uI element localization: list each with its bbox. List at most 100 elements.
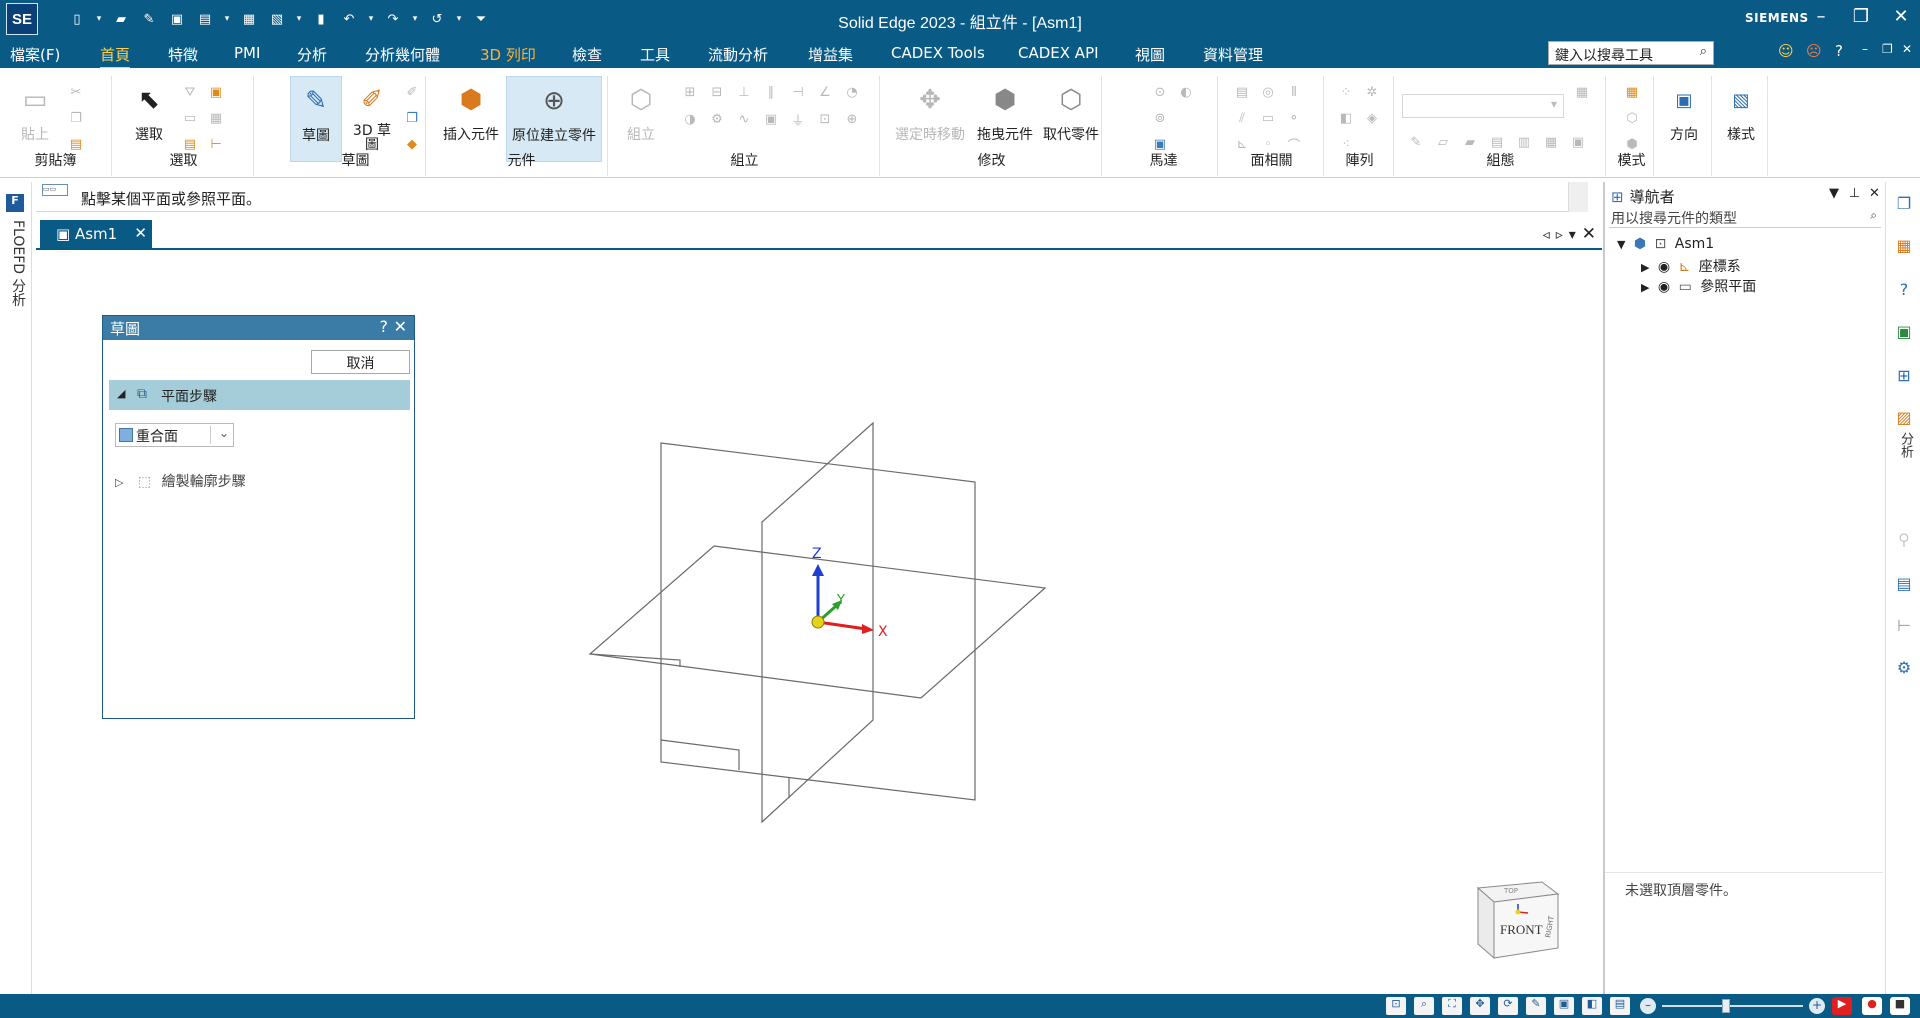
youtube-icon[interactable]: ▶ bbox=[1832, 997, 1852, 1015]
navigator-search-input[interactable]: 用以搜尋元件的類型 ⌕ bbox=[1609, 206, 1881, 228]
ground-icon[interactable]: ⏚ bbox=[788, 109, 808, 129]
help-icon[interactable]: ? bbox=[1835, 42, 1843, 60]
family-tab-icon[interactable]: ⊞ bbox=[1893, 366, 1915, 388]
menu-pmi[interactable]: PMI bbox=[234, 44, 260, 62]
menu-addins[interactable]: 增益集 bbox=[808, 44, 853, 65]
sketch-edit-icon[interactable]: ✐ bbox=[402, 82, 422, 102]
analysis-tab-label[interactable]: 分析 bbox=[1896, 432, 1915, 458]
menu-flow-analysis[interactable]: 流動分析 bbox=[708, 44, 768, 65]
tree-item-reference-planes[interactable]: ▶ ◉ ▭ 參照平面 bbox=[1617, 276, 1760, 296]
floefd-analysis-tab[interactable]: FLOEFD 分析 bbox=[8, 220, 28, 307]
pattern-circular-icon[interactable]: ✲ bbox=[1362, 82, 1382, 102]
tangent-icon[interactable]: ◔ bbox=[842, 82, 862, 102]
tree-item-coordinate-system[interactable]: ▶ ◉ ⊾ 座標系 bbox=[1617, 256, 1760, 276]
search-file-icon[interactable]: ✎ bbox=[138, 8, 160, 30]
close-icon[interactable]: ✕ bbox=[394, 317, 407, 336]
style-button[interactable]: ▧ 樣式 bbox=[1714, 76, 1768, 144]
parallel-icon[interactable]: ∥ bbox=[761, 82, 781, 102]
shaded-view-icon[interactable]: ▣ bbox=[1554, 997, 1574, 1015]
named-views-icon[interactable]: ▤ bbox=[1610, 997, 1630, 1015]
eye-icon[interactable]: ◉ bbox=[1658, 259, 1670, 275]
grid-select-icon[interactable]: ▦ bbox=[206, 108, 226, 128]
eye-icon[interactable]: ◉ bbox=[1658, 279, 1670, 295]
face-rotate-icon[interactable]: ◎ bbox=[1258, 82, 1278, 102]
menu-features[interactable]: 特徵 bbox=[168, 44, 198, 65]
menu-cadex-tools[interactable]: CADEX Tools bbox=[891, 44, 985, 62]
insert-component-button[interactable]: ⬢ 插入元件 bbox=[440, 76, 502, 144]
config-icon-3[interactable]: ▰ bbox=[1460, 132, 1480, 152]
clipboard-icon[interactable]: ▮ bbox=[310, 8, 332, 30]
paste-button[interactable]: ▭ 貼上 bbox=[10, 76, 60, 144]
configuration-combo[interactable] bbox=[1402, 94, 1564, 118]
sensors-tab-icon[interactable]: ▣ bbox=[1893, 322, 1915, 344]
save-all-icon[interactable]: ▤ bbox=[194, 8, 216, 30]
ribbon-restore-icon[interactable]: ❐ bbox=[1882, 42, 1893, 56]
save-icon[interactable]: ▣ bbox=[166, 8, 188, 30]
frown-icon[interactable]: ☹ bbox=[1806, 42, 1822, 60]
mode-grid-icon[interactable]: ▦ bbox=[1622, 82, 1642, 102]
tab-next-icon[interactable]: ▹ bbox=[1556, 227, 1569, 243]
config-icon-4[interactable]: ▤ bbox=[1487, 132, 1507, 152]
tab-prev-icon[interactable]: ◃ bbox=[1543, 227, 1556, 243]
collapse-triangle-icon[interactable]: ◢ bbox=[117, 387, 125, 400]
tree-item-asm1[interactable]: ▼ ⬢ ⊡ Asm1 bbox=[1617, 236, 1760, 256]
sketch-view-icon[interactable]: ✎ bbox=[1526, 997, 1546, 1015]
smile-icon[interactable]: ☺ bbox=[1778, 42, 1794, 60]
rigid-icon[interactable]: ▣ bbox=[761, 109, 781, 129]
prompt-scrollbar[interactable] bbox=[1568, 182, 1588, 212]
planar-align-icon[interactable]: ⊟ bbox=[707, 82, 727, 102]
chevron-down-icon[interactable]: ▾ bbox=[366, 8, 376, 30]
sketch-3d-button[interactable]: ✐ 3D 草圖 bbox=[346, 76, 398, 152]
gear-icon[interactable]: ⚙ bbox=[707, 109, 727, 129]
fit-icon[interactable]: ⛶ bbox=[1442, 997, 1462, 1015]
view-cube[interactable]: TOP FRONT RIGHT bbox=[1470, 870, 1570, 970]
expand-triangle-icon[interactable]: ▶ bbox=[1641, 281, 1649, 294]
menu-analysis-geometry[interactable]: 分析幾何體 bbox=[365, 44, 440, 65]
structure-tab-icon[interactable]: ⊢ bbox=[1893, 616, 1915, 638]
new-icon[interactable]: ▯ bbox=[66, 8, 88, 30]
menu-analysis[interactable]: 分析 bbox=[297, 44, 327, 65]
face-symmetric-icon[interactable]: ⚬ bbox=[1284, 108, 1304, 128]
pane-options-icon[interactable]: ▼ bbox=[1829, 186, 1839, 201]
zoom-area-icon[interactable]: ⊡ bbox=[1386, 997, 1406, 1015]
mate-icon[interactable]: ⊞ bbox=[680, 82, 700, 102]
zoom-track[interactable] bbox=[1662, 1005, 1803, 1007]
config-icon-7[interactable]: ▣ bbox=[1568, 132, 1588, 152]
print-icon[interactable]: ▦ bbox=[238, 8, 260, 30]
rotate-icon[interactable]: ⟳ bbox=[1498, 997, 1518, 1015]
path-icon[interactable]: ∿ bbox=[734, 109, 754, 129]
library-tab-icon[interactable]: ▦ bbox=[1893, 236, 1915, 258]
chevron-down-icon[interactable]: ▾ bbox=[454, 8, 464, 30]
sketch-dialog-titlebar[interactable]: 草圖 ? ✕ bbox=[103, 316, 414, 340]
zoom-in-icon[interactable]: + bbox=[1809, 998, 1825, 1014]
face-offset-icon[interactable]: ⫴ bbox=[1284, 82, 1304, 102]
motor-icon[interactable]: ⊙ bbox=[1150, 82, 1170, 102]
face-align-icon[interactable]: ▭ bbox=[1258, 108, 1278, 128]
menu-data-management[interactable]: 資料管理 bbox=[1203, 44, 1263, 65]
pattern-mirror-icon[interactable]: ◧ bbox=[1336, 108, 1356, 128]
zoom-thumb[interactable] bbox=[1722, 999, 1730, 1013]
angle-icon[interactable]: ∠ bbox=[815, 82, 835, 102]
zoom-slider[interactable]: – + bbox=[1640, 998, 1825, 1014]
pathfinder-tab-icon[interactable]: ❐ bbox=[1893, 194, 1915, 216]
open-icon[interactable]: ▰ bbox=[110, 8, 132, 30]
config-icon-1[interactable]: ✎ bbox=[1406, 132, 1426, 152]
select-move-button[interactable]: ✥ 選定時移動 bbox=[890, 76, 970, 144]
configuration-settings-icon[interactable]: ▦ bbox=[1572, 82, 1592, 102]
layers-tab-icon[interactable]: ▤ bbox=[1893, 574, 1915, 596]
drag-component-button[interactable]: ⬢ 拖曳元件 bbox=[972, 76, 1038, 144]
cut-icon[interactable]: ✂ bbox=[66, 82, 86, 102]
record-icon[interactable]: ● bbox=[1862, 997, 1882, 1015]
plane-option-dropdown[interactable]: 重合面 ⌄ bbox=[115, 423, 234, 447]
zoom-icon[interactable]: ⌕ bbox=[1414, 997, 1434, 1015]
relationships-tab-icon[interactable]: ⚲ bbox=[1893, 530, 1915, 552]
close-icon[interactable]: ✕ bbox=[1886, 6, 1916, 27]
assemble-button[interactable]: ⬡ 組立 bbox=[616, 76, 666, 144]
pattern-copy-icon[interactable]: ◈ bbox=[1362, 108, 1382, 128]
box-select-icon[interactable]: ▭ bbox=[180, 108, 200, 128]
ribbon-minimize-icon[interactable]: – bbox=[1862, 42, 1868, 56]
plane-step-row[interactable]: ◢ ⧉ 平面步驟 bbox=[109, 380, 410, 410]
config-icon-2[interactable]: ▱ bbox=[1433, 132, 1453, 152]
export-icon[interactable]: ▧ bbox=[266, 8, 288, 30]
help-tab-icon[interactable]: ? bbox=[1893, 280, 1915, 302]
